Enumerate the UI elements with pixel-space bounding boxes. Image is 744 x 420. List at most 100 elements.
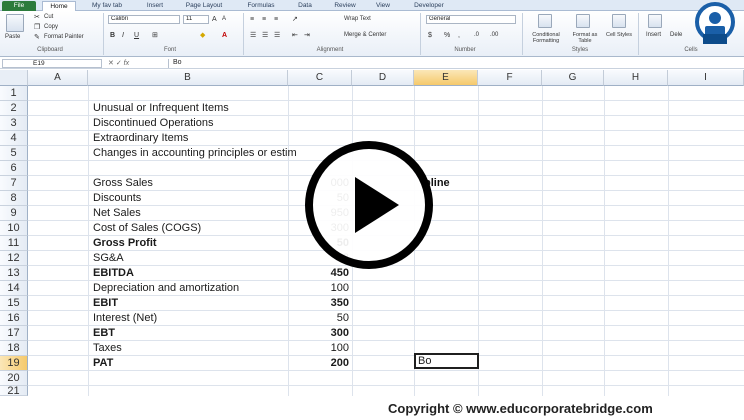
row-header[interactable]: 7 [0,176,28,191]
row-header[interactable]: 4 [0,131,28,146]
wrap-text-button[interactable]: Wrap Text [344,16,371,22]
align-right-icon[interactable]: ☰ [274,31,280,40]
insert-cells-button[interactable]: Insert [646,32,661,38]
row-header[interactable]: 2 [0,101,28,116]
row-header[interactable]: 18 [0,341,28,356]
active-cell-e19[interactable]: Bo [414,353,479,369]
column-header-c[interactable]: C [288,70,352,86]
select-all-corner[interactable] [0,70,28,86]
bold-icon[interactable]: B [110,31,115,40]
insert-function-icon[interactable]: fx [124,60,129,67]
align-middle-icon[interactable]: ≡ [262,15,266,24]
cell-b16[interactable]: Interest (Net) [93,311,157,326]
tab-page-layout[interactable]: Page Layout [176,1,232,11]
row-header[interactable]: 8 [0,191,28,206]
row-header[interactable]: 10 [0,221,28,236]
fill-color-icon[interactable]: ◆ [200,31,205,40]
row-header[interactable]: 11 [0,236,28,251]
align-left-icon[interactable]: ☰ [250,31,256,40]
cell-c17[interactable]: 300 [288,326,349,341]
column-header-i[interactable]: I [668,70,744,86]
conditional-formatting-icon[interactable] [538,14,552,28]
format-as-table-icon[interactable] [576,14,590,28]
play-icon[interactable] [305,141,433,269]
conditional-formatting-button[interactable]: Conditional Formatting [524,32,568,44]
tab-review[interactable]: Review [326,1,364,11]
column-header-h[interactable]: H [604,70,668,86]
percent-icon[interactable]: % [444,31,450,40]
column-header-d[interactable]: D [352,70,414,86]
decrease-decimal-icon[interactable]: .00 [490,31,498,40]
cell-b3[interactable]: Discontinued Operations [93,116,213,131]
decrease-indent-icon[interactable]: ⇤ [292,31,298,40]
tab-data[interactable]: Data [290,1,320,11]
cell-b18[interactable]: Taxes [93,341,122,356]
row-header[interactable]: 14 [0,281,28,296]
formula-input[interactable]: Bo [168,59,744,68]
cell-b12[interactable]: SG&A [93,251,124,266]
cell-b7[interactable]: Gross Sales [93,176,153,191]
paste-label[interactable]: Paste [5,34,20,40]
font-color-icon[interactable]: A [222,31,227,40]
row-header[interactable]: 13 [0,266,28,281]
underline-icon[interactable]: U [134,31,139,40]
cell-b10[interactable]: Cost of Sales (COGS) [93,221,201,236]
cell-b2[interactable]: Unusual or Infrequent Items [93,101,229,116]
cell-c15[interactable]: 350 [288,296,349,311]
tab-file[interactable]: File [2,1,36,11]
increase-decimal-icon[interactable]: .0 [474,31,479,40]
row-header[interactable]: 5 [0,146,28,161]
cell-c16[interactable]: 50 [288,311,349,326]
name-box[interactable]: E19 [2,59,102,68]
copy-button[interactable]: Copy [44,24,58,30]
row-header[interactable]: 20 [0,371,28,386]
format-painter-button[interactable]: Format Painter [44,34,84,40]
column-header-b[interactable]: B [88,70,288,86]
row-header[interactable]: 3 [0,116,28,131]
cell-styles-button[interactable]: Cell Styles [606,32,632,38]
cut-button[interactable]: Cut [44,14,53,20]
borders-icon[interactable]: ⊞ [152,31,158,40]
row-header[interactable]: 9 [0,206,28,221]
shrink-font-icon[interactable]: A [222,15,226,24]
number-format-select[interactable]: General [426,15,516,24]
cell-c19[interactable]: 200 [288,356,349,371]
column-header-f[interactable]: F [478,70,542,86]
format-as-table-button[interactable]: Format as Table [570,32,600,44]
column-header-a[interactable]: A [28,70,88,86]
currency-icon[interactable]: $ [428,31,432,40]
grow-font-icon[interactable]: A [212,15,217,24]
cell-b11[interactable]: Gross Profit [93,236,157,251]
row-header[interactable]: 16 [0,311,28,326]
font-size-select[interactable]: 11 [183,15,209,24]
row-header[interactable]: 19 [0,356,28,371]
italic-icon[interactable]: I [122,31,124,40]
cell-b8[interactable]: Discounts [93,191,141,206]
merge-center-button[interactable]: Merge & Center [344,32,386,38]
column-header-e[interactable]: E [414,70,478,86]
column-header-g[interactable]: G [542,70,604,86]
insert-cells-icon[interactable] [648,14,662,28]
row-header[interactable]: 21 [0,386,28,396]
cancel-icon[interactable]: ✕ [108,60,114,67]
tab-developer[interactable]: Developer [404,1,454,11]
cell-c14[interactable]: 100 [288,281,349,296]
delete-cells-button[interactable]: Dele [670,32,682,38]
cell-styles-icon[interactable] [612,14,626,28]
tab-view[interactable]: View [368,1,398,11]
align-bottom-icon[interactable]: ≡ [274,15,278,24]
cell-b15[interactable]: EBIT [93,296,118,311]
cell-b17[interactable]: EBT [93,326,115,341]
row-header[interactable]: 15 [0,296,28,311]
cell-b13[interactable]: EBITDA [93,266,134,281]
row-header[interactable]: 1 [0,86,28,101]
cell-b9[interactable]: Net Sales [93,206,141,221]
align-top-icon[interactable]: ≡ [250,15,254,24]
cell-b4[interactable]: Extraordinary Items [93,131,188,146]
increase-indent-icon[interactable]: ⇥ [304,31,310,40]
comma-style-icon[interactable]: , [458,31,460,40]
tab-my-fav[interactable]: My fav tab [82,1,132,11]
paste-icon[interactable] [6,14,24,32]
row-header[interactable]: 6 [0,161,28,176]
cell-b19[interactable]: PAT [93,356,113,371]
